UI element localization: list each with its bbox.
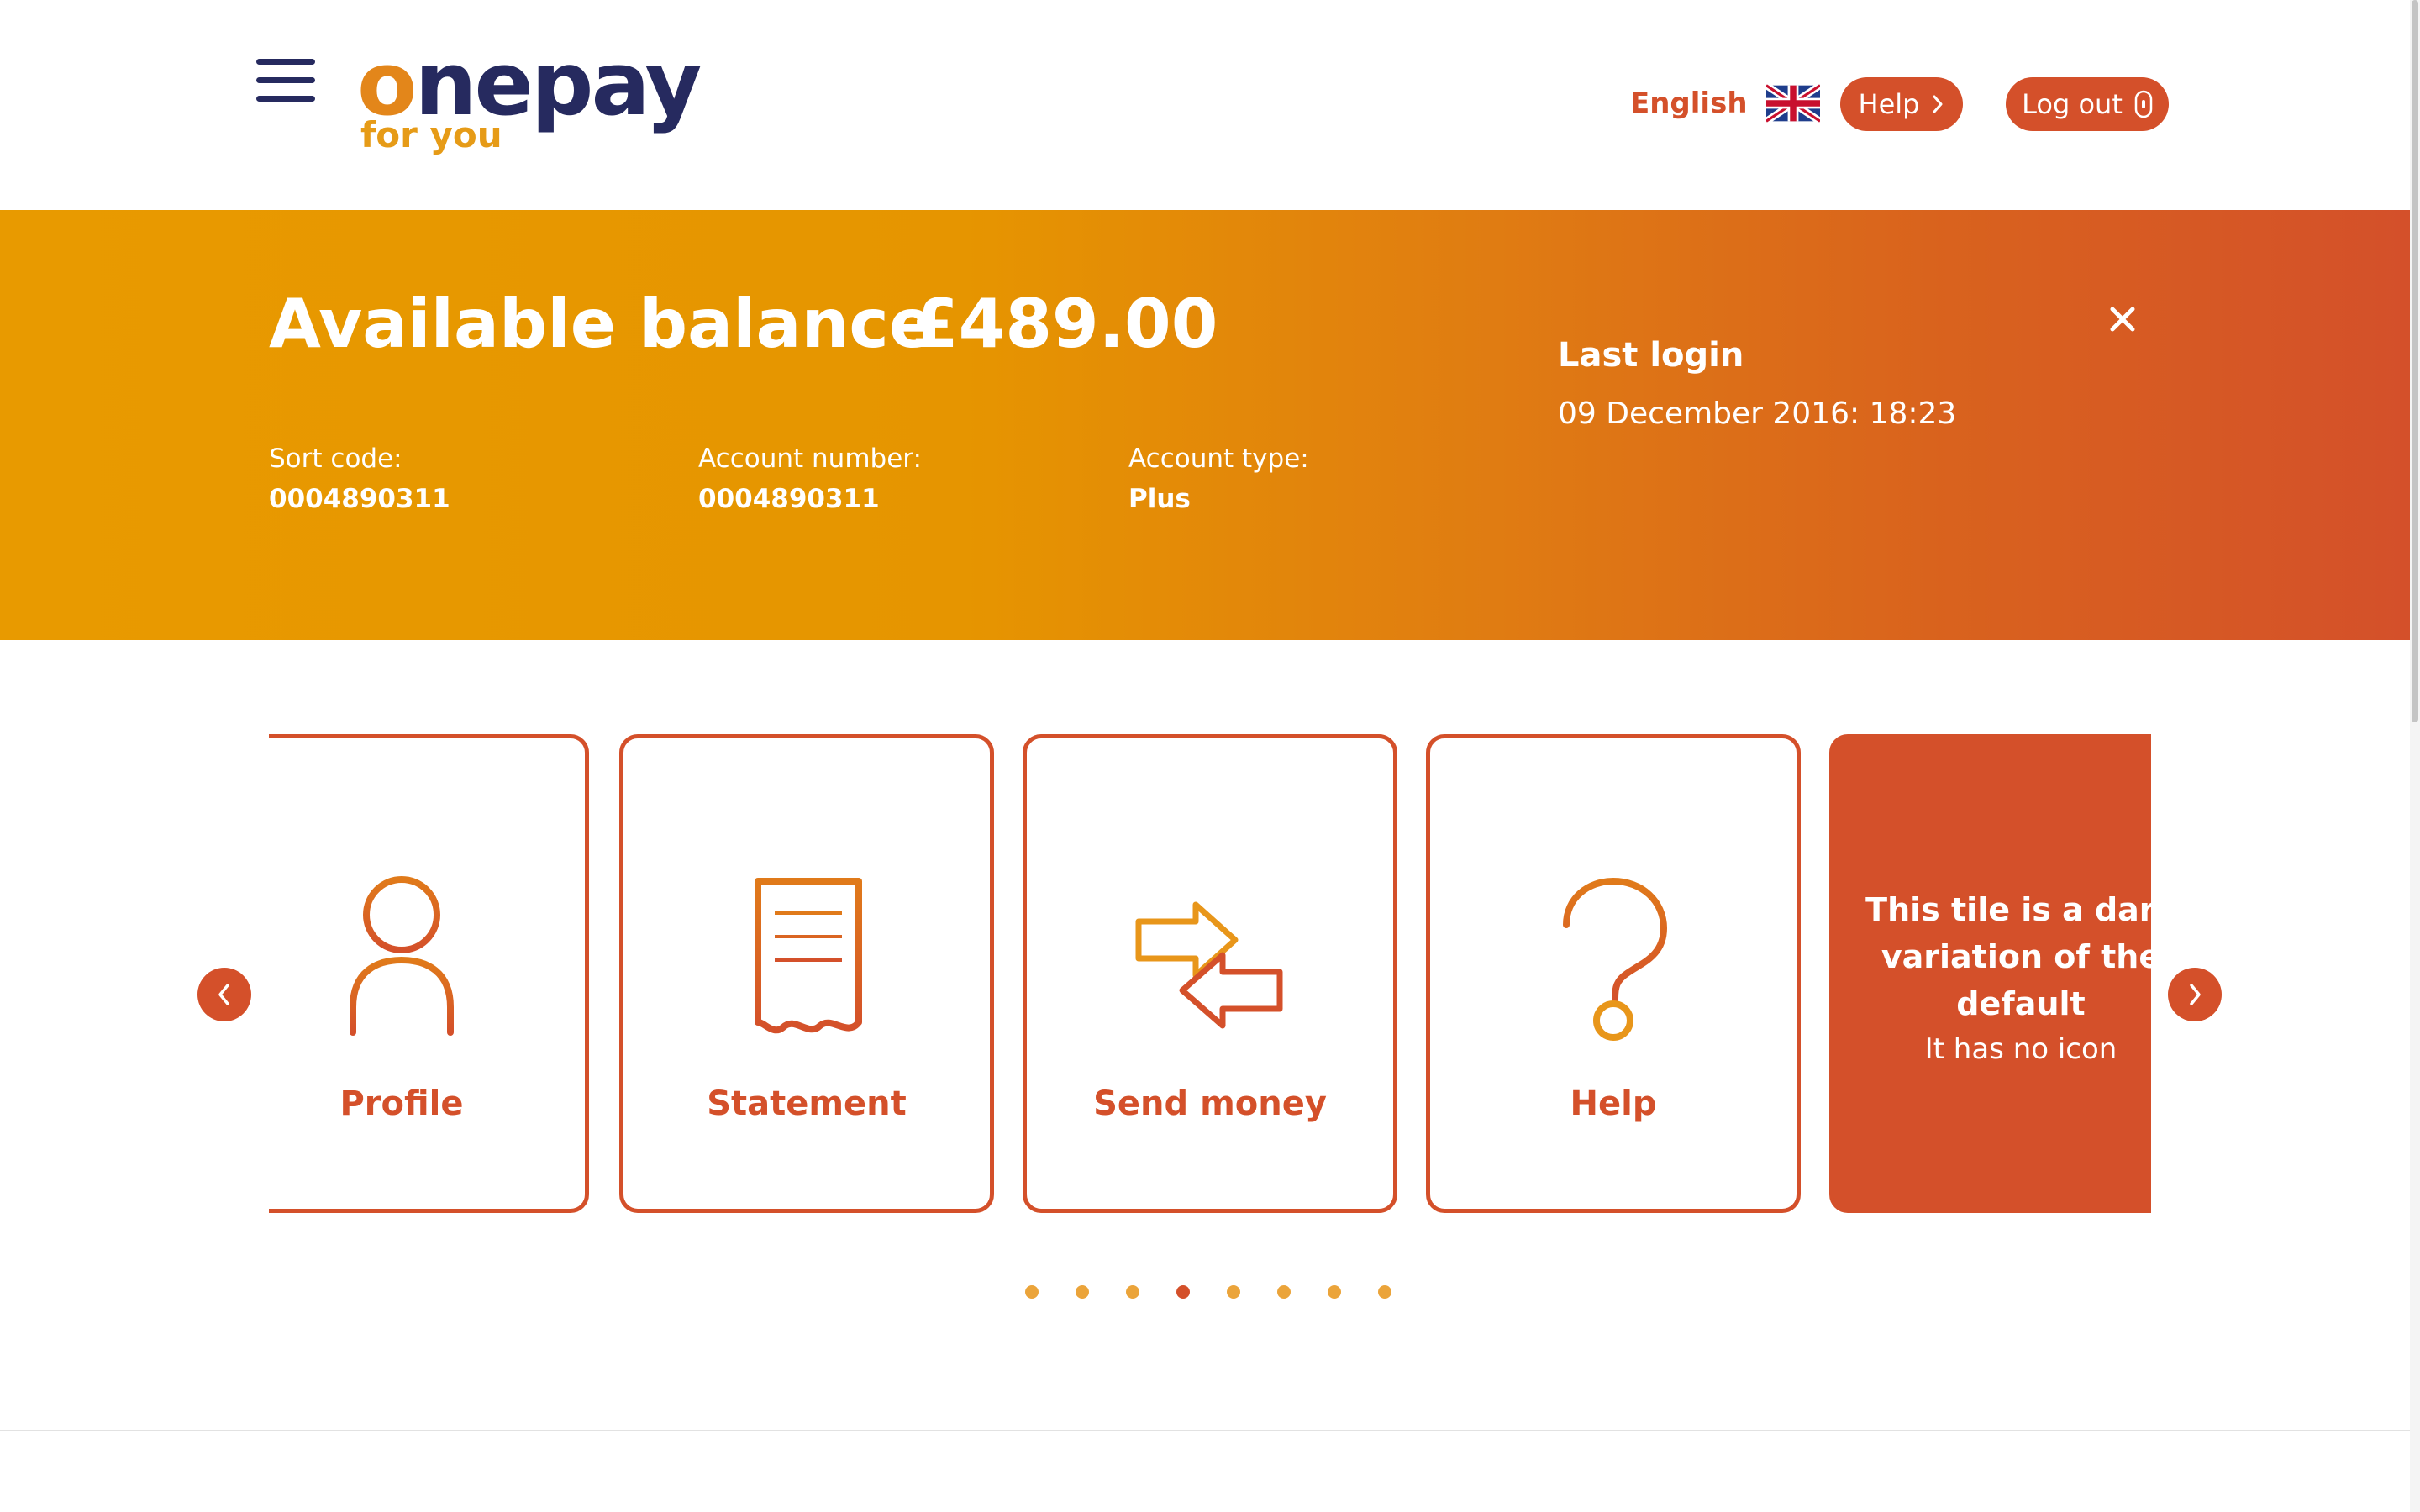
balance-amount: £489.00 — [912, 285, 1218, 363]
onepay-logo[interactable]: onepay for you — [357, 40, 702, 158]
carousel-dot[interactable] — [1277, 1285, 1291, 1299]
tile-label: Profile — [339, 1084, 464, 1123]
tile-statement[interactable]: Statement — [619, 734, 994, 1213]
carousel-pagination — [1025, 1285, 1392, 1302]
balance-label: Available balance — [269, 285, 935, 363]
carousel-dot[interactable] — [1126, 1285, 1139, 1299]
chevron-right-icon — [2190, 984, 2201, 1005]
account-type-value: Plus — [1128, 484, 1191, 514]
uk-flag-icon — [1765, 83, 1820, 123]
scrollbar-thumb[interactable] — [2412, 0, 2418, 722]
tile-dark-subtitle: It has no icon — [1924, 1032, 2118, 1066]
help-button[interactable]: Help — [1840, 77, 1963, 131]
lock-icon — [2134, 90, 2153, 118]
hamburger-menu-icon[interactable] — [256, 59, 315, 102]
carousel-dot[interactable] — [1378, 1285, 1392, 1299]
tile-label: Statement — [707, 1084, 907, 1123]
account-type-label: Account type: — [1128, 444, 1309, 474]
tile-dark-title: This tile is a dark variation of the def… — [1865, 891, 2151, 1022]
tile-send-money[interactable]: Send money — [1023, 734, 1397, 1213]
logout-button-label: Log out — [2022, 88, 2123, 120]
account-number-label: Account number: — [698, 444, 922, 474]
carousel-viewport: Profile Statement Send money Help This t… — [269, 734, 2151, 1213]
close-icon[interactable] — [2104, 301, 2141, 338]
carousel-dot[interactable] — [1328, 1285, 1341, 1299]
language-selector[interactable]: English — [1630, 82, 1820, 124]
chevron-left-icon — [218, 984, 229, 1005]
sort-code-label: Sort code: — [269, 444, 402, 474]
carousel-next-button[interactable] — [2168, 968, 2222, 1021]
language-label: English — [1630, 87, 1748, 120]
tile-profile[interactable]: Profile — [269, 734, 589, 1213]
carousel-dot[interactable] — [1025, 1285, 1039, 1299]
sort-code-value: 0004890311 — [269, 484, 450, 514]
receipt-icon — [755, 878, 862, 1034]
tile-label: Send money — [1093, 1084, 1327, 1123]
account-number-value: 0004890311 — [698, 484, 880, 514]
user-icon — [350, 876, 454, 1036]
balance-banner: Available balance £489.00 Sort code: 000… — [0, 210, 2410, 640]
carousel-prev-button[interactable] — [197, 968, 251, 1021]
last-login-value: 09 December 2016: 18:23 — [1558, 396, 1957, 431]
transfer-arrows-icon — [1135, 901, 1283, 1029]
tile-help[interactable]: Help — [1426, 734, 1801, 1213]
carousel-dot-active[interactable] — [1176, 1285, 1190, 1299]
chevron-right-icon — [1933, 95, 1943, 113]
logout-button[interactable]: Log out — [2006, 77, 2169, 131]
carousel-dot[interactable] — [1227, 1285, 1240, 1299]
tile-dark-variation[interactable]: This tile is a dark variation of the def… — [1829, 734, 2151, 1213]
help-button-label: Help — [1858, 88, 1920, 120]
last-login-label: Last login — [1558, 336, 1744, 375]
tile-label: Help — [1570, 1084, 1657, 1123]
question-mark-icon — [1563, 877, 1668, 1041]
logo-tagline: for you — [360, 114, 502, 155]
footer-divider — [0, 1430, 2410, 1431]
carousel-dot[interactable] — [1076, 1285, 1089, 1299]
